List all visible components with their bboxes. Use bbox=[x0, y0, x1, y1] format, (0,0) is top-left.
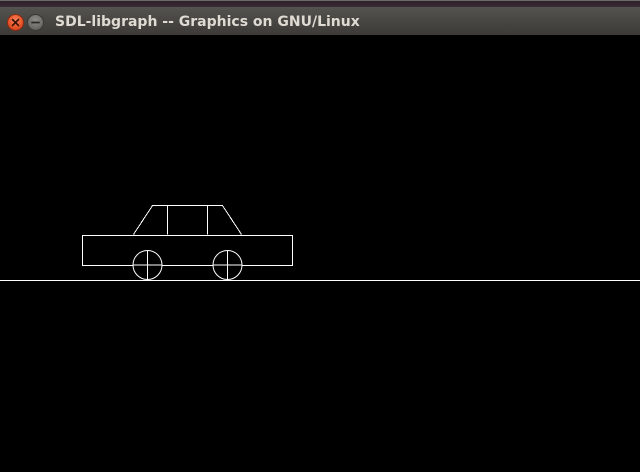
window-title: SDL-libgraph -- Graphics on GNU/Linux bbox=[55, 14, 360, 30]
app-window: SDL-libgraph -- Graphics on GNU/Linux bbox=[0, 0, 640, 472]
close-button[interactable] bbox=[7, 14, 24, 31]
title-bar[interactable]: SDL-libgraph -- Graphics on GNU/Linux bbox=[0, 0, 640, 35]
minimize-button[interactable] bbox=[27, 14, 44, 31]
rear-wheel bbox=[132, 250, 163, 280]
drawing-surface bbox=[0, 205, 640, 281]
front-wheel bbox=[212, 250, 243, 280]
desktop-panel-strip bbox=[0, 1, 640, 7]
graphics-canvas bbox=[0, 35, 640, 472]
close-icon bbox=[11, 18, 20, 27]
minimize-icon bbox=[31, 21, 40, 24]
car-roof bbox=[133, 205, 242, 235]
car-body bbox=[82, 235, 293, 266]
